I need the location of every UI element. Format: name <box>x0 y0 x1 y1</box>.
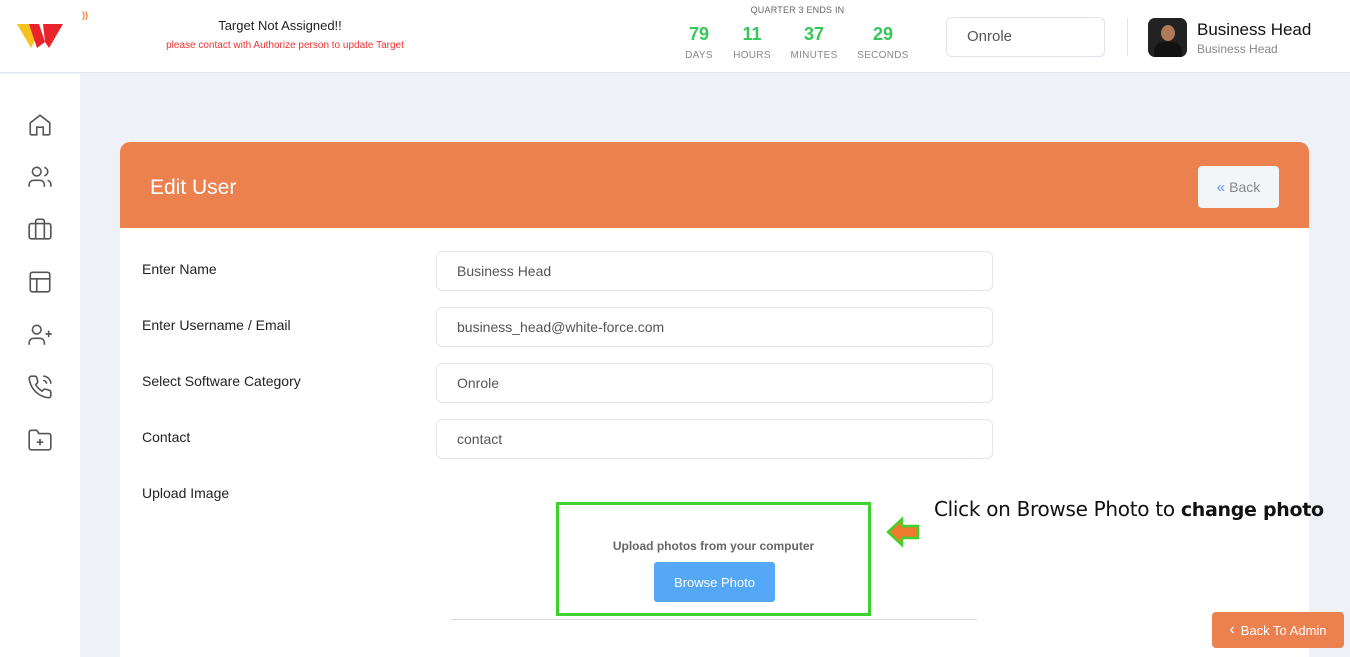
arrow-left-icon <box>886 516 920 548</box>
double-chevron-left-icon: « <box>1216 178 1226 196</box>
back-to-admin-button[interactable]: ‹ Back To Admin <box>1212 612 1344 648</box>
name-label: Enter Name <box>142 261 217 277</box>
users-icon[interactable] <box>27 164 53 190</box>
sidebar <box>0 74 80 657</box>
logo-mark-icon: )) <box>82 10 88 20</box>
annotation-bold: change photo <box>1180 499 1324 521</box>
back-label: Back <box>1229 179 1261 195</box>
briefcase-icon[interactable] <box>27 216 53 242</box>
countdown-minutes: 37 MINUTES <box>790 24 838 61</box>
upload-text: Upload photos from your computer <box>612 539 815 553</box>
user-role: Business Head <box>1197 42 1278 56</box>
edit-user-card: Edit User « Back Enter Name Business Hea… <box>120 142 1309 657</box>
back-button[interactable]: « Back <box>1198 166 1279 208</box>
category-label: Select Software Category <box>142 373 301 389</box>
back-to-admin-label: Back To Admin <box>1240 622 1327 638</box>
phone-call-icon[interactable] <box>27 374 53 400</box>
upload-divider <box>451 619 977 620</box>
header-divider <box>1127 18 1128 56</box>
countdown-hours: 11 HOURS <box>733 24 771 61</box>
user-name[interactable]: Business Head <box>1197 20 1311 40</box>
user-plus-icon[interactable] <box>27 322 53 348</box>
software-category-select[interactable]: Onrole <box>436 363 993 403</box>
browse-photo-button[interactable]: Browse Photo <box>654 562 775 602</box>
target-warning: please contact with Authorize person to … <box>166 40 404 51</box>
avatar[interactable] <box>1148 18 1187 57</box>
chevron-left-icon: ‹ <box>1229 621 1235 638</box>
upload-label: Upload Image <box>142 485 230 501</box>
home-icon[interactable] <box>27 112 53 138</box>
layout-icon[interactable] <box>27 269 53 295</box>
upload-dropzone[interactable]: Upload photos from your computer Browse … <box>556 502 871 616</box>
instruction-annotation: Click on Browse Photo to change photo <box>934 497 1324 521</box>
target-title: Target Not Assigned!! <box>218 18 342 33</box>
annotation-text: Click on Browse Photo to <box>934 497 1175 521</box>
quarter-label: QUARTER 3 ENDS IN <box>750 5 845 15</box>
countdown-seconds: 29 SECONDS <box>857 24 909 61</box>
folder-plus-icon[interactable] <box>27 427 53 453</box>
brand-logo[interactable] <box>15 20 65 52</box>
email-input[interactable]: business_head@white-force.com <box>436 307 993 347</box>
name-input[interactable]: Business Head <box>436 251 993 291</box>
contact-label: Contact <box>142 429 191 445</box>
email-label: Enter Username / Email <box>142 317 291 333</box>
card-header: Edit User « Back <box>120 142 1309 228</box>
contact-input[interactable]: contact <box>436 419 993 459</box>
top-bar: )) Target Not Assigned!! please contact … <box>0 0 1350 73</box>
category-select[interactable]: Onrole <box>946 17 1105 57</box>
page-title: Edit User <box>150 176 237 199</box>
